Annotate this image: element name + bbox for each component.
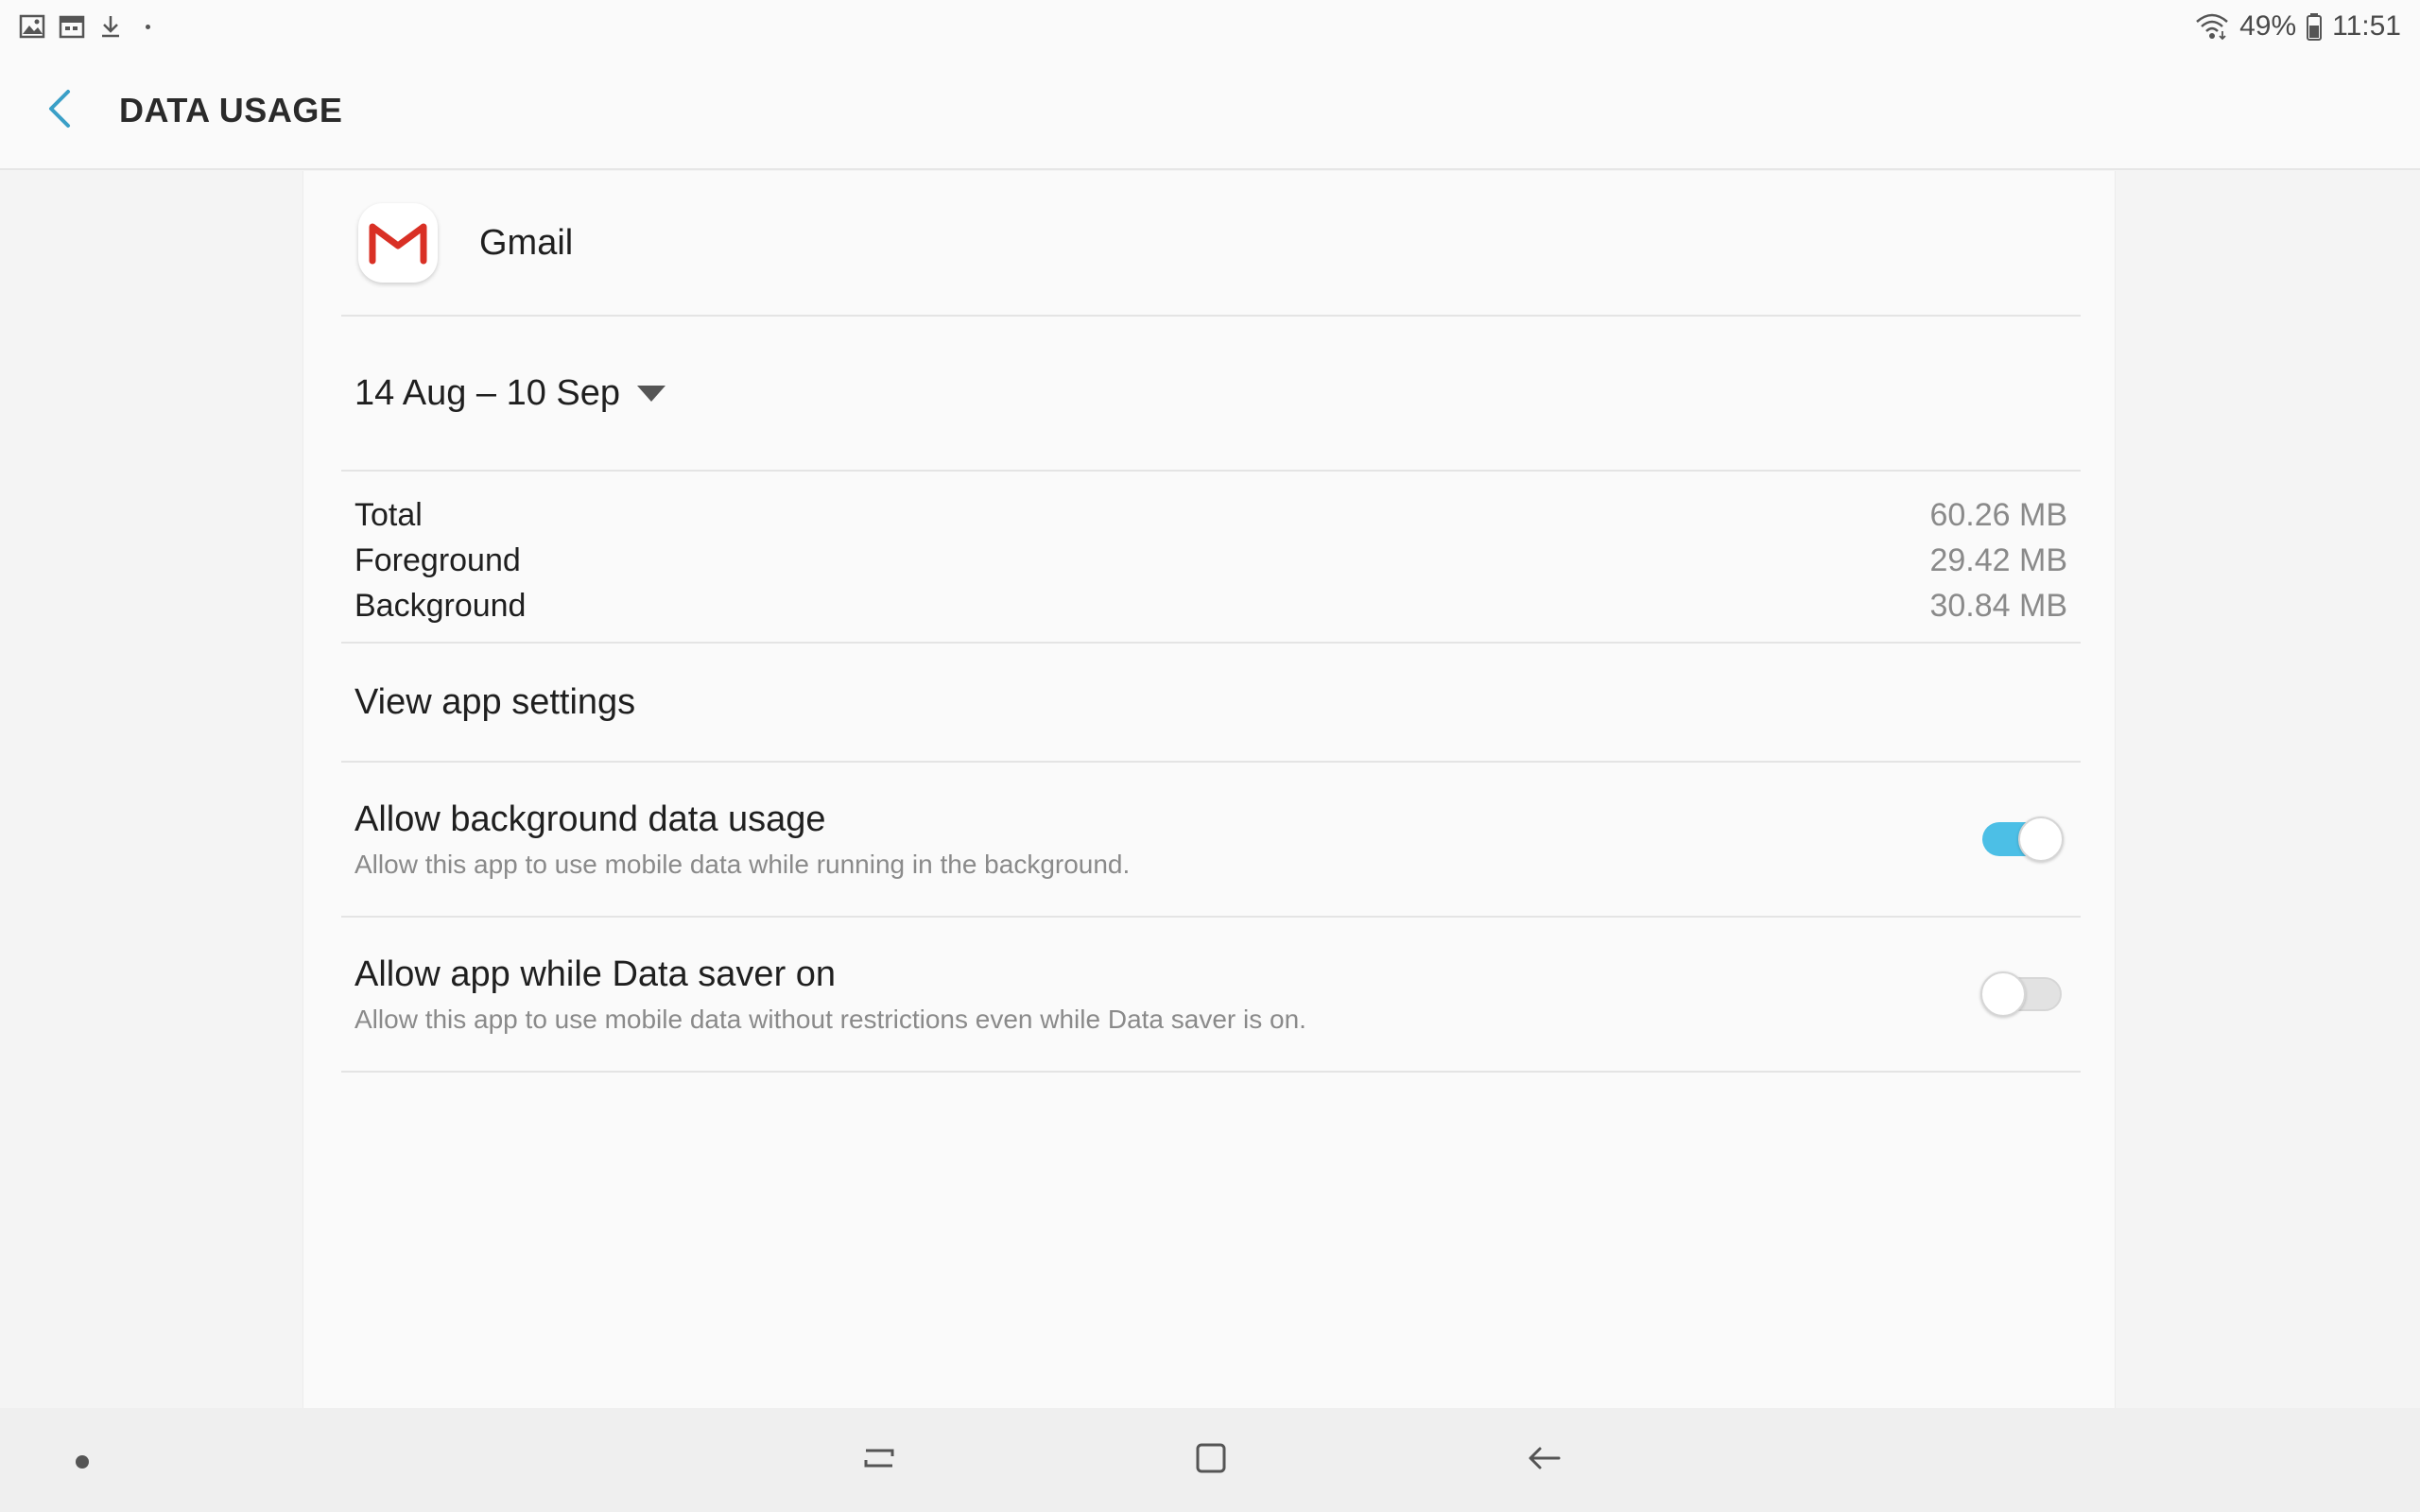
chevron-left-icon (45, 88, 74, 134)
switch-description: Allow this app to use mobile data withou… (354, 1004, 1306, 1034)
notification-dot-icon (146, 24, 150, 29)
usage-value: 29.42 MB (1929, 541, 2067, 578)
usage-label: Total (354, 496, 423, 533)
back-button[interactable] (17, 68, 102, 153)
toggle-thumb (1980, 971, 2026, 1017)
content-inner: Gmail 14 Aug – 10 Sep Total 60.26 MB For… (341, 171, 2081, 1073)
data-saver-toggle[interactable] (1980, 971, 2062, 1017)
usage-row-total: Total 60.26 MB (354, 492, 2067, 538)
switch-title: Allow background data usage (354, 799, 826, 839)
dropdown-arrow-icon (637, 385, 666, 402)
data-saver-row[interactable]: Allow app while Data saver on Allow this… (341, 918, 2081, 1073)
usage-row-background: Background 30.84 MB (354, 583, 2067, 628)
back-icon (1523, 1437, 1564, 1484)
app-bar: DATA USAGE (0, 53, 2420, 170)
switch-text: Allow background data usage Allow this a… (354, 799, 1130, 880)
status-right: 49% 11:51 (2194, 10, 2401, 43)
navigation-bar (0, 1408, 2420, 1512)
usage-summary: Total 60.26 MB Foreground 29.42 MB Backg… (341, 472, 2081, 644)
toggle-thumb (2018, 816, 2064, 862)
gallery-icon (19, 14, 45, 39)
nav-dot-icon (76, 1455, 89, 1469)
period-dropdown[interactable]: 14 Aug – 10 Sep (341, 317, 2081, 472)
home-button[interactable] (1178, 1427, 1244, 1493)
app-name: Gmail (479, 222, 574, 263)
download-icon (98, 14, 123, 39)
nav-back-button[interactable] (1511, 1427, 1577, 1493)
home-icon (1190, 1437, 1232, 1484)
recents-icon (858, 1437, 900, 1484)
gmail-icon (358, 203, 438, 283)
status-bar: 49% 11:51 (0, 0, 2420, 53)
content-panel: Gmail 14 Aug – 10 Sep Total 60.26 MB For… (302, 171, 2116, 1409)
clock: 11:51 (2332, 10, 2401, 42)
calendar-icon (59, 14, 85, 39)
usage-value: 30.84 MB (1929, 587, 2067, 624)
background-data-toggle[interactable] (1982, 816, 2064, 862)
usage-value: 60.26 MB (1929, 496, 2067, 533)
switch-text: Allow app while Data saver on Allow this… (354, 954, 1306, 1035)
view-app-settings-label: View app settings (354, 681, 636, 722)
status-left (19, 14, 150, 39)
period-label: 14 Aug – 10 Sep (354, 372, 621, 413)
wifi-icon (2194, 12, 2230, 41)
usage-row-foreground: Foreground 29.42 MB (354, 538, 2067, 583)
usage-label: Background (354, 587, 527, 624)
usage-label: Foreground (354, 541, 521, 578)
battery-icon (2306, 12, 2323, 41)
switch-description: Allow this app to use mobile data while … (354, 849, 1131, 879)
page-title: DATA USAGE (119, 91, 343, 129)
recents-button[interactable] (846, 1427, 912, 1493)
battery-percent: 49% (2239, 10, 2297, 42)
switch-title: Allow app while Data saver on (354, 954, 837, 994)
view-app-settings[interactable]: View app settings (341, 644, 2081, 763)
app-header: Gmail (341, 171, 2081, 317)
background-data-row[interactable]: Allow background data usage Allow this a… (341, 763, 2081, 918)
